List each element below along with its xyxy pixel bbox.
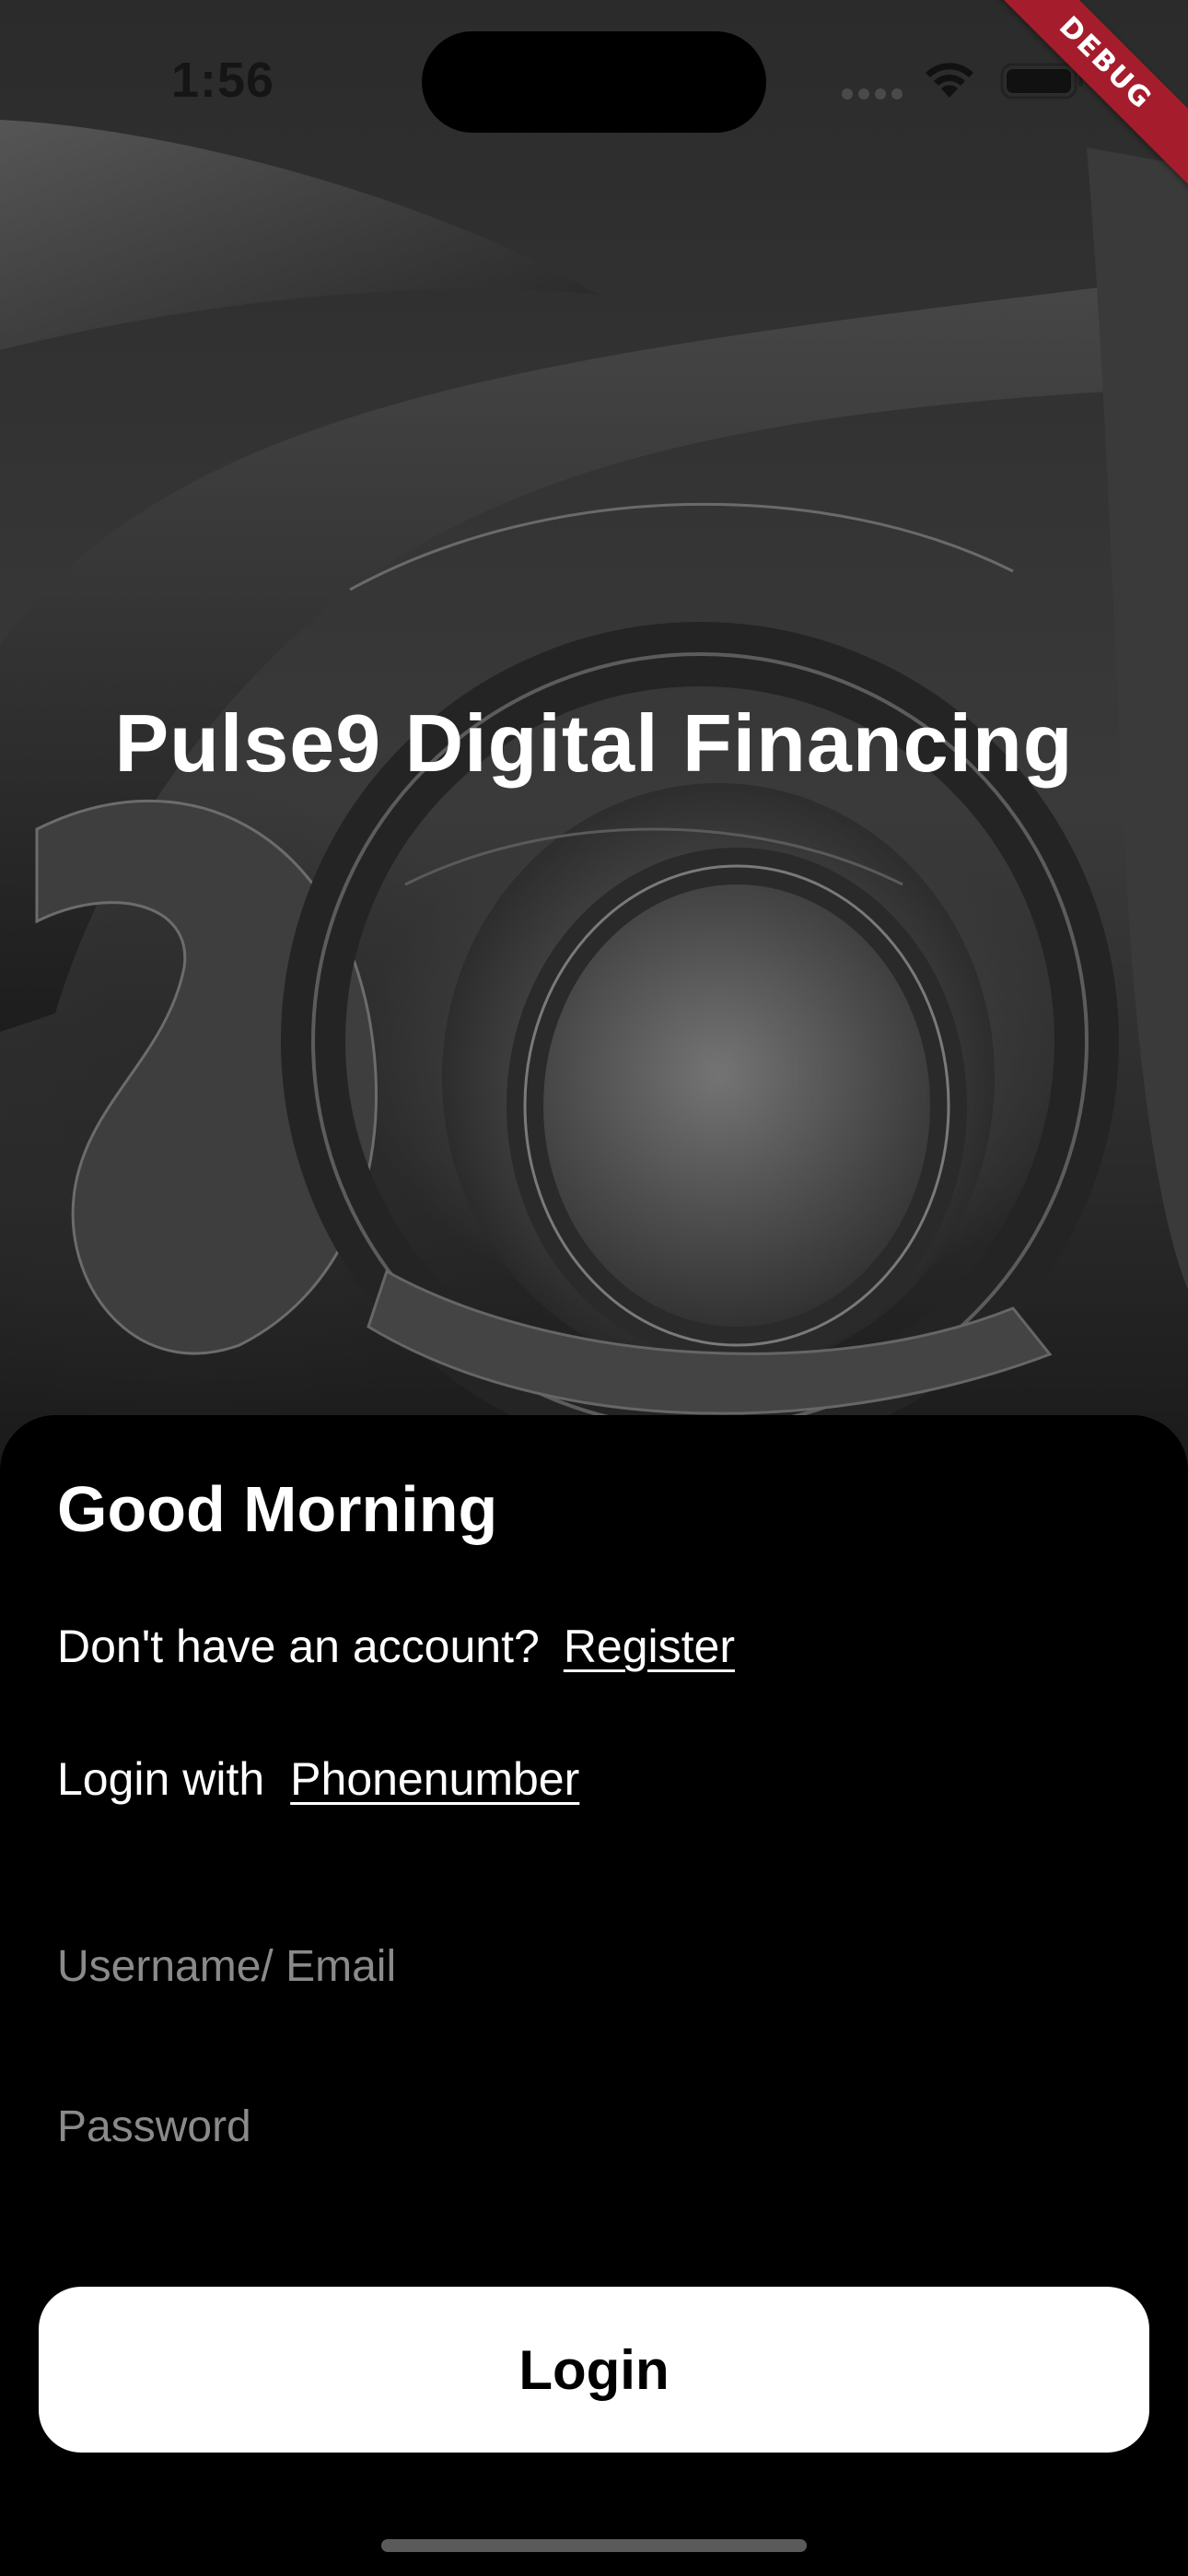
greeting-heading: Good Morning bbox=[57, 1473, 498, 1545]
username-email-input[interactable] bbox=[57, 1920, 1131, 2012]
status-bar-time: 1:56 bbox=[171, 53, 275, 108]
app-title: Pulse9 Digital Financing bbox=[114, 697, 1074, 789]
wifi-icon bbox=[926, 63, 973, 98]
register-prompt: Don't have an account? bbox=[57, 1621, 540, 1672]
dynamic-island bbox=[422, 31, 766, 133]
register-link[interactable]: Register bbox=[564, 1621, 735, 1672]
login-screen: 1:56 DEBUG Pulse9 Digital Financing Good… bbox=[0, 0, 1188, 2576]
cellular-signal-icon bbox=[842, 88, 903, 100]
register-row: Don't have an account? Register bbox=[57, 1620, 735, 1673]
phonenumber-link[interactable]: Phonenumber bbox=[290, 1753, 579, 1805]
password-input[interactable] bbox=[57, 2080, 1131, 2172]
home-indicator[interactable] bbox=[381, 2539, 807, 2552]
login-with-label: Login with bbox=[57, 1753, 265, 1805]
login-method-row: Login with Phonenumber bbox=[57, 1752, 579, 1806]
login-button[interactable]: Login bbox=[39, 2287, 1149, 2453]
